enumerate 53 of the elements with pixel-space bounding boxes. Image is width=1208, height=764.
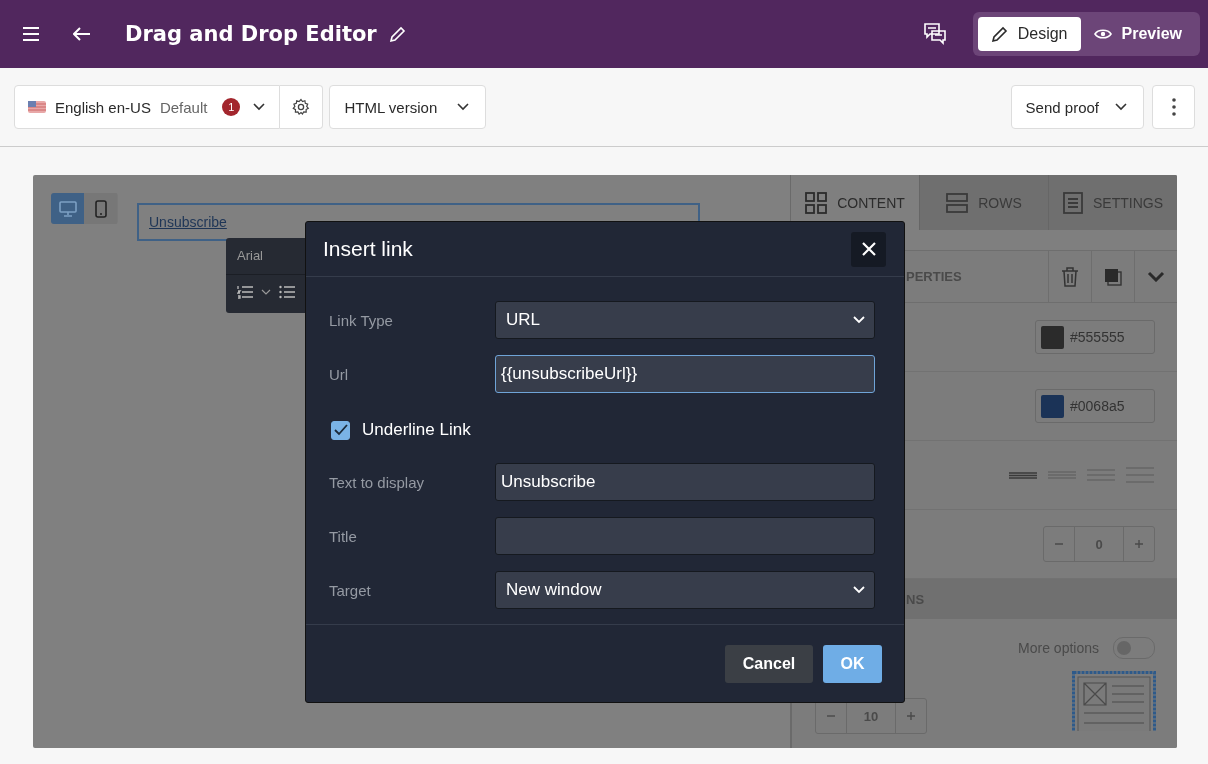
input-field[interactable]: Unsubscribe [495,463,875,501]
chevron-down-icon [457,103,470,111]
field-label: Text to display [329,473,426,491]
dialog-title: Insert link [323,237,413,261]
chevron-down-icon [853,586,865,594]
close-button[interactable] [851,231,886,267]
field-label: Url [329,365,350,383]
plus-icon[interactable] [1135,540,1143,548]
checkbox-label: Underline Link [362,420,471,440]
document-icon [1063,191,1083,214]
chevron-down-icon [1115,103,1127,111]
comments-icon[interactable] [922,22,947,46]
rows-icon [946,191,969,214]
count-badge: 1 [222,98,241,116]
kebab-menu-icon [1171,98,1176,116]
select-field[interactable]: URL [495,301,875,339]
numbered-list-icon[interactable] [237,285,253,299]
flag-icon [28,101,46,113]
chevron-down-icon[interactable] [261,289,271,295]
copy-icon [1104,267,1122,286]
select-field[interactable]: New window [495,571,875,609]
pencil-icon [990,25,1008,43]
editor-title: Drag and Drop Editor [125,22,377,46]
input-field[interactable] [495,517,875,555]
send-proof-button[interactable]: Send proof [1010,85,1144,129]
chevron-down-icon [853,316,865,324]
version-dropdown[interactable]: HTML version [329,85,487,129]
gear-icon [292,98,311,116]
chevron-down-icon [1147,271,1165,282]
mode-tab[interactable]: Design [977,17,1081,51]
cancel-button[interactable]: Cancel [725,644,813,683]
desktop-view-button[interactable] [51,193,84,224]
mode-tab[interactable]: Preview [1080,17,1195,51]
monitor-icon [58,200,77,217]
settings-button[interactable] [280,85,324,129]
input-field[interactable]: {{unsubscribeUrl}} [495,355,875,393]
close-icon [861,242,876,256]
bullet-list-icon[interactable] [279,285,295,299]
text-image-block-icon [1072,671,1156,731]
checkbox[interactable] [331,420,350,440]
pencil-icon[interactable] [388,25,406,43]
trash-icon [1061,266,1079,287]
grid-icon [805,191,828,214]
field-label: Target [329,581,372,599]
back-arrow-icon[interactable] [73,27,91,41]
menu-icon[interactable] [22,26,40,42]
field-label: Title [329,527,358,545]
phone-icon [94,199,107,218]
plus-icon[interactable] [907,712,915,720]
chevron-down-icon [253,103,266,111]
field-label: Link Type [329,311,394,329]
language-selector[interactable]: English en-US Default 1 [14,85,281,129]
eye-icon [1093,28,1112,40]
